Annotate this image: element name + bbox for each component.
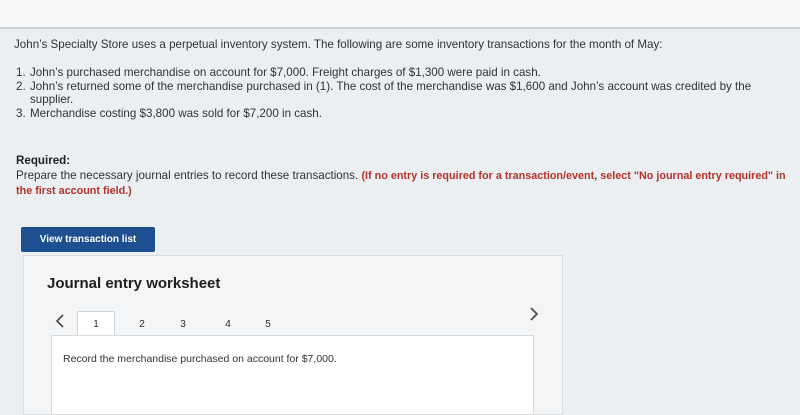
chevron-left-icon[interactable]	[53, 313, 67, 329]
list-item-text: John’s purchased merchandise on account …	[30, 66, 541, 79]
tab-4[interactable]: 4	[216, 311, 240, 337]
tab-3[interactable]: 3	[171, 311, 195, 337]
tab-1[interactable]: 1	[77, 311, 115, 337]
view-transaction-list-button[interactable]: View transaction list	[21, 227, 155, 252]
required-label: Required:	[16, 154, 71, 167]
list-item-text: John’s returned some of the merchandise …	[30, 79, 752, 107]
journal-entry-worksheet: Journal entry worksheet 1 2 3 4 5 Record…	[23, 255, 563, 415]
required-instructions: Prepare the necessary journal entries to…	[16, 169, 788, 198]
transaction-list: 1. John’s purchased merchandise on accou…	[16, 66, 760, 120]
list-item-number: 2.	[16, 79, 26, 93]
list-item-text: Merchandise costing $3,800 was sold for …	[30, 106, 322, 120]
divider	[0, 27, 800, 29]
list-item: 2. John’s returned some of the merchandi…	[16, 80, 760, 107]
problem-intro: John’s Specialty Store uses a perpetual …	[14, 38, 663, 51]
chevron-right-icon[interactable]	[527, 306, 541, 322]
list-item-number: 1.	[16, 66, 26, 79]
worksheet-title: Journal entry worksheet	[47, 275, 221, 292]
list-item-number: 3.	[16, 106, 26, 120]
tab-5[interactable]: 5	[256, 311, 280, 337]
top-bar	[0, 0, 800, 27]
list-item: 1. John’s purchased merchandise on accou…	[16, 66, 760, 80]
worksheet-panel: Record the merchandise purchased on acco…	[51, 335, 534, 415]
tab-2[interactable]: 2	[130, 311, 154, 337]
worksheet-instruction: Record the merchandise purchased on acco…	[63, 353, 337, 365]
required-text: Prepare the necessary journal entries to…	[16, 169, 359, 182]
list-item: 3. Merchandise costing $3,800 was sold f…	[16, 107, 760, 121]
